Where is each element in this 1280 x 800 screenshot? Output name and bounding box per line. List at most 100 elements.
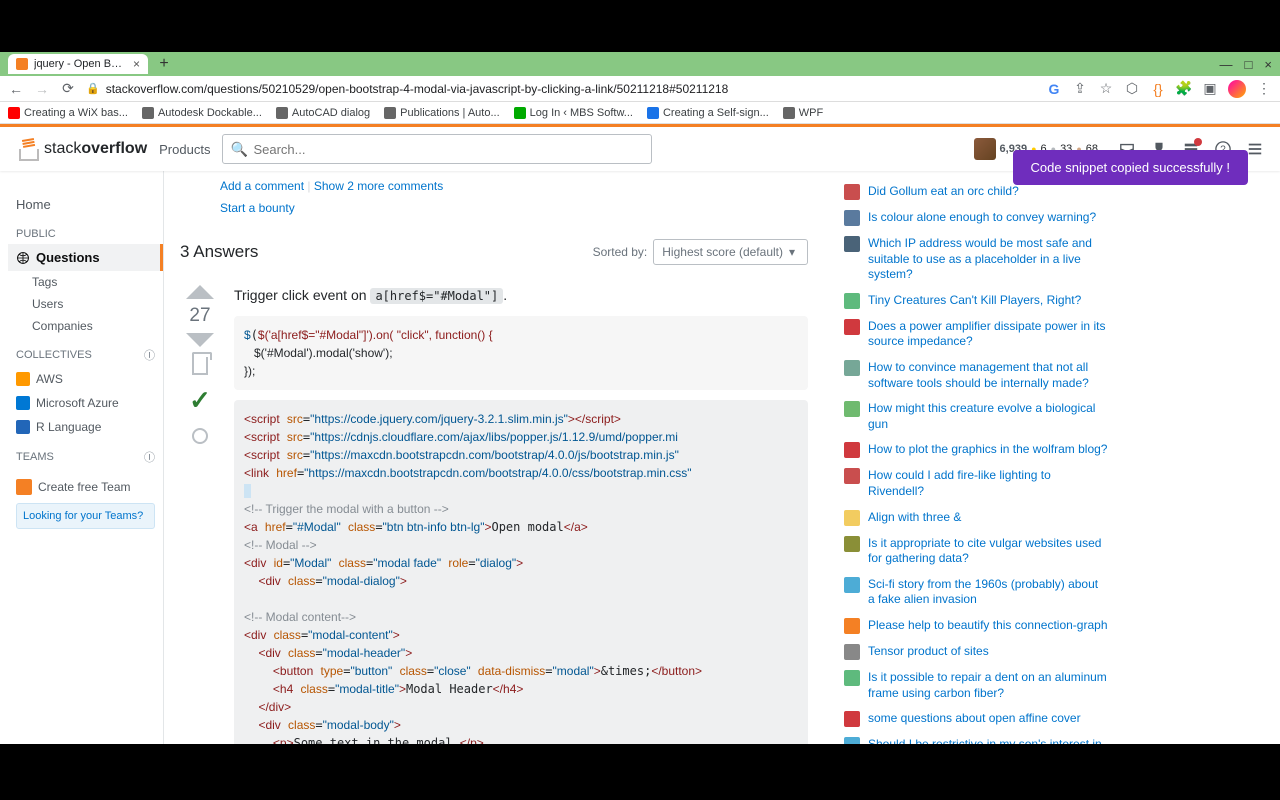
- upvote-button[interactable]: [186, 285, 214, 299]
- globe-icon: [16, 251, 30, 265]
- hot-question[interactable]: Is it appropriate to cite vulgar website…: [844, 531, 1108, 572]
- hot-question[interactable]: Tensor product of sites: [844, 639, 1108, 665]
- hot-question-link[interactable]: Does a power amplifier dissipate power i…: [868, 319, 1108, 350]
- bookmark-item[interactable]: Creating a WiX bas...: [8, 107, 128, 119]
- share-icon[interactable]: ⇪: [1072, 81, 1088, 97]
- bookmark-item[interactable]: AutoCAD dialog: [276, 107, 370, 119]
- hot-question[interactable]: How to convince management that not all …: [844, 355, 1108, 396]
- browser-tab[interactable]: jquery - Open Bootstrap 4 Moda... ×: [8, 54, 148, 74]
- hot-question-link[interactable]: Did Gollum eat an orc child?: [868, 184, 1019, 200]
- hot-question-link[interactable]: Is colour alone enough to convey warning…: [868, 210, 1096, 226]
- hot-question[interactable]: How could I add fire-like lighting to Ri…: [844, 463, 1108, 504]
- hot-question[interactable]: Align with three &: [844, 505, 1108, 531]
- hot-question-link[interactable]: Tiny Creatures Can't Kill Players, Right…: [868, 293, 1081, 309]
- main-content: Add a comment | Show 2 more comments Sta…: [164, 171, 824, 744]
- hot-question[interactable]: Does a power amplifier dissipate power i…: [844, 314, 1108, 355]
- hot-question-link[interactable]: Should I be restrictive in my son's inte…: [868, 737, 1108, 744]
- google-icon[interactable]: G: [1046, 81, 1062, 97]
- sidebar-rlang[interactable]: R Language: [8, 415, 163, 439]
- sidebar-home[interactable]: Home: [8, 191, 163, 218]
- bookmark-item[interactable]: Publications | Auto...: [384, 107, 499, 119]
- show-more-comments-link[interactable]: Show 2 more comments: [314, 179, 443, 193]
- hot-question[interactable]: Please help to beautify this connection-…: [844, 613, 1108, 639]
- site-icon: [844, 577, 860, 593]
- hot-question-link[interactable]: How could I add fire-like lighting to Ri…: [868, 468, 1108, 499]
- hot-question[interactable]: How to plot the graphics in the wolfram …: [844, 437, 1108, 463]
- code-block-html: <script src="https://code.jquery.com/jqu…: [234, 400, 808, 744]
- so-logo[interactable]: stackoverflow: [16, 137, 147, 161]
- site-icon: [844, 236, 860, 252]
- community-icon[interactable]: [1246, 140, 1264, 158]
- back-button[interactable]: ←: [8, 81, 24, 97]
- ext-icon-2[interactable]: {}: [1150, 81, 1166, 97]
- profile-avatar[interactable]: [1228, 80, 1246, 98]
- hot-question-link[interactable]: Which IP address would be most safe and …: [868, 236, 1108, 283]
- so-logo-icon: [16, 137, 40, 161]
- minimize-icon[interactable]: —: [1220, 57, 1233, 72]
- address-bar: ← → ⟳ 🔒 stackoverflow.com/questions/5021…: [0, 76, 1280, 102]
- site-icon: [844, 510, 860, 526]
- hot-question-link[interactable]: How to plot the graphics in the wolfram …: [868, 442, 1107, 458]
- hot-question[interactable]: Is colour alone enough to convey warning…: [844, 205, 1108, 231]
- sorted-by-label: Sorted by:: [593, 245, 648, 259]
- hot-question[interactable]: Which IP address would be most safe and …: [844, 231, 1108, 288]
- start-bounty-link[interactable]: Start a bounty: [220, 201, 295, 215]
- answer-text: Trigger click event on a[href$="#Modal"]…: [234, 285, 808, 306]
- hot-question[interactable]: some questions about open affine cover: [844, 706, 1108, 732]
- hot-question[interactable]: Sci-fi story from the 1960s (probably) a…: [844, 572, 1108, 613]
- bookmark-item[interactable]: WPF: [783, 107, 823, 119]
- sidebar-aws[interactable]: AWS: [8, 367, 163, 391]
- downvote-button[interactable]: [186, 333, 214, 347]
- history-button[interactable]: [192, 428, 208, 444]
- sidebar-questions[interactable]: Questions: [8, 244, 163, 271]
- hot-question-link[interactable]: Please help to beautify this connection-…: [868, 618, 1108, 634]
- info-icon[interactable]: ⓘ: [144, 449, 155, 465]
- create-team-link[interactable]: Create free Team: [16, 479, 155, 495]
- reload-button[interactable]: ⟳: [60, 81, 76, 97]
- hot-question-link[interactable]: some questions about open affine cover: [868, 711, 1081, 727]
- close-icon[interactable]: ×: [133, 57, 140, 71]
- bookmark-item[interactable]: Creating a Self-sign...: [647, 107, 769, 119]
- hot-question-link[interactable]: Sci-fi story from the 1960s (probably) a…: [868, 577, 1108, 608]
- hot-question-link[interactable]: Align with three &: [868, 510, 961, 526]
- sidebar-tags[interactable]: Tags: [8, 271, 163, 293]
- sidebar-azure[interactable]: Microsoft Azure: [8, 391, 163, 415]
- hot-question[interactable]: How might this creature evolve a biologi…: [844, 396, 1108, 437]
- hot-question-link[interactable]: Is it appropriate to cite vulgar website…: [868, 536, 1108, 567]
- hot-question-link[interactable]: Is it possible to repair a dent on an al…: [868, 670, 1108, 701]
- extensions-icon[interactable]: 🧩: [1176, 81, 1192, 97]
- add-comment-link[interactable]: Add a comment: [220, 179, 304, 193]
- side-panel-icon[interactable]: ▣: [1202, 81, 1218, 97]
- star-icon[interactable]: ☆: [1098, 81, 1114, 97]
- ext-icon-1[interactable]: ⬡: [1124, 81, 1140, 97]
- hot-question-link[interactable]: How to convince management that not all …: [868, 360, 1108, 391]
- hot-question-link[interactable]: How might this creature evolve a biologi…: [868, 401, 1108, 432]
- right-sidebar: Did Gollum eat an orc child? Is colour al…: [824, 171, 1124, 744]
- sidebar-users[interactable]: Users: [8, 293, 163, 315]
- menu-icon[interactable]: ⋮: [1256, 81, 1272, 97]
- site-icon: [844, 442, 860, 458]
- hot-question[interactable]: Is it possible to repair a dent on an al…: [844, 665, 1108, 706]
- forward-button[interactable]: →: [34, 81, 50, 97]
- site-icon: [844, 401, 860, 417]
- sort-select[interactable]: Highest score (default) ▾: [653, 239, 808, 265]
- search-input[interactable]: [222, 134, 652, 164]
- info-icon[interactable]: ⓘ: [144, 347, 155, 363]
- hot-question[interactable]: Tiny Creatures Can't Kill Players, Right…: [844, 288, 1108, 314]
- products-menu[interactable]: Products: [159, 142, 210, 157]
- sidebar-collectives-heading: COLLECTIVESⓘ: [8, 337, 163, 367]
- sidebar-public-heading: PUBLIC: [8, 218, 163, 244]
- hot-question[interactable]: Should I be restrictive in my son's inte…: [844, 732, 1108, 744]
- url-field[interactable]: 🔒 stackoverflow.com/questions/50210529/o…: [86, 82, 1036, 96]
- looking-teams-banner[interactable]: Looking for your Teams?: [16, 503, 155, 529]
- search-box: 🔍: [222, 134, 652, 164]
- hot-question-link[interactable]: Tensor product of sites: [868, 644, 989, 660]
- bookmark-item[interactable]: Autodesk Dockable...: [142, 107, 262, 119]
- site-icon: [844, 210, 860, 226]
- maximize-icon[interactable]: □: [1245, 57, 1253, 72]
- bookmark-item[interactable]: Log In ‹ MBS Softw...: [514, 107, 633, 119]
- new-tab-button[interactable]: +: [154, 54, 174, 74]
- sidebar-companies[interactable]: Companies: [8, 315, 163, 337]
- close-window-icon[interactable]: ×: [1264, 57, 1272, 72]
- bookmark-button[interactable]: [192, 357, 208, 375]
